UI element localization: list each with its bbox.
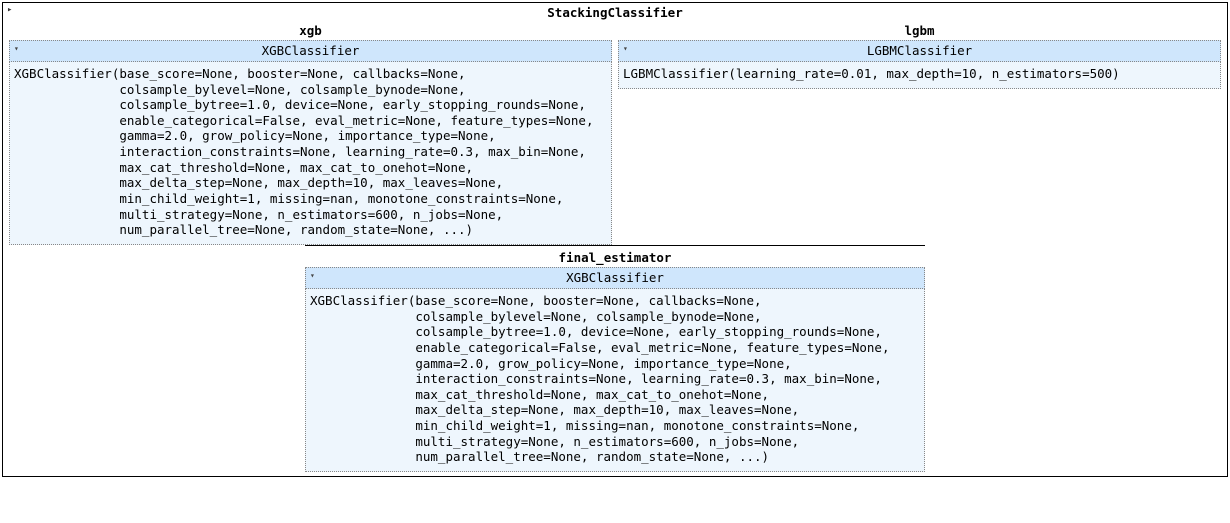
final-estimator-title: final_estimator: [305, 248, 925, 268]
estimator-xgb-name: xgb: [9, 23, 612, 41]
final-estimator-header[interactable]: ▾ XGBClassifier: [305, 267, 925, 289]
main-title-row[interactable]: ▸ StackingClassifier: [3, 3, 1227, 23]
chevron-down-icon[interactable]: ▾: [623, 44, 628, 54]
final-estimator-divider: final_estimator ▾ XGBClassifier XGBClass…: [305, 245, 925, 472]
estimator-xgb-header-text: XGBClassifier: [262, 43, 360, 58]
stacking-classifier-box: ▸ StackingClassifier xgb ▾ XGBClassifier…: [2, 2, 1228, 477]
main-title-text: StackingClassifier: [547, 5, 682, 20]
final-estimator-header-text: XGBClassifier: [566, 270, 664, 285]
final-estimator-section: final_estimator ▾ XGBClassifier XGBClass…: [3, 245, 1227, 472]
diagram-root: ▸ StackingClassifier xgb ▾ XGBClassifier…: [0, 0, 1230, 479]
estimator-xgb-body: XGBClassifier(base_score=None, booster=N…: [9, 62, 612, 245]
estimator-lgbm-body: LGBMClassifier(learning_rate=0.01, max_d…: [618, 62, 1221, 89]
final-estimator-box: ▾ XGBClassifier XGBClassifier(base_score…: [305, 267, 925, 472]
chevron-down-icon[interactable]: ▾: [310, 271, 315, 281]
final-estimator-body: XGBClassifier(base_score=None, booster=N…: [305, 289, 925, 472]
estimator-lgbm-column: lgbm ▾ LGBMClassifier LGBMClassifier(lea…: [618, 23, 1221, 89]
estimator-xgb-header[interactable]: ▾ XGBClassifier: [9, 40, 612, 62]
estimator-xgb-column: xgb ▾ XGBClassifier XGBClassifier(base_s…: [9, 23, 612, 245]
chevron-right-icon[interactable]: ▸: [7, 5, 12, 16]
base-estimators-row: xgb ▾ XGBClassifier XGBClassifier(base_s…: [3, 23, 1227, 245]
estimator-lgbm-name: lgbm: [618, 23, 1221, 41]
estimator-lgbm-header-text: LGBMClassifier: [867, 43, 972, 58]
estimator-lgbm-header[interactable]: ▾ LGBMClassifier: [618, 40, 1221, 62]
chevron-down-icon[interactable]: ▾: [14, 44, 19, 54]
